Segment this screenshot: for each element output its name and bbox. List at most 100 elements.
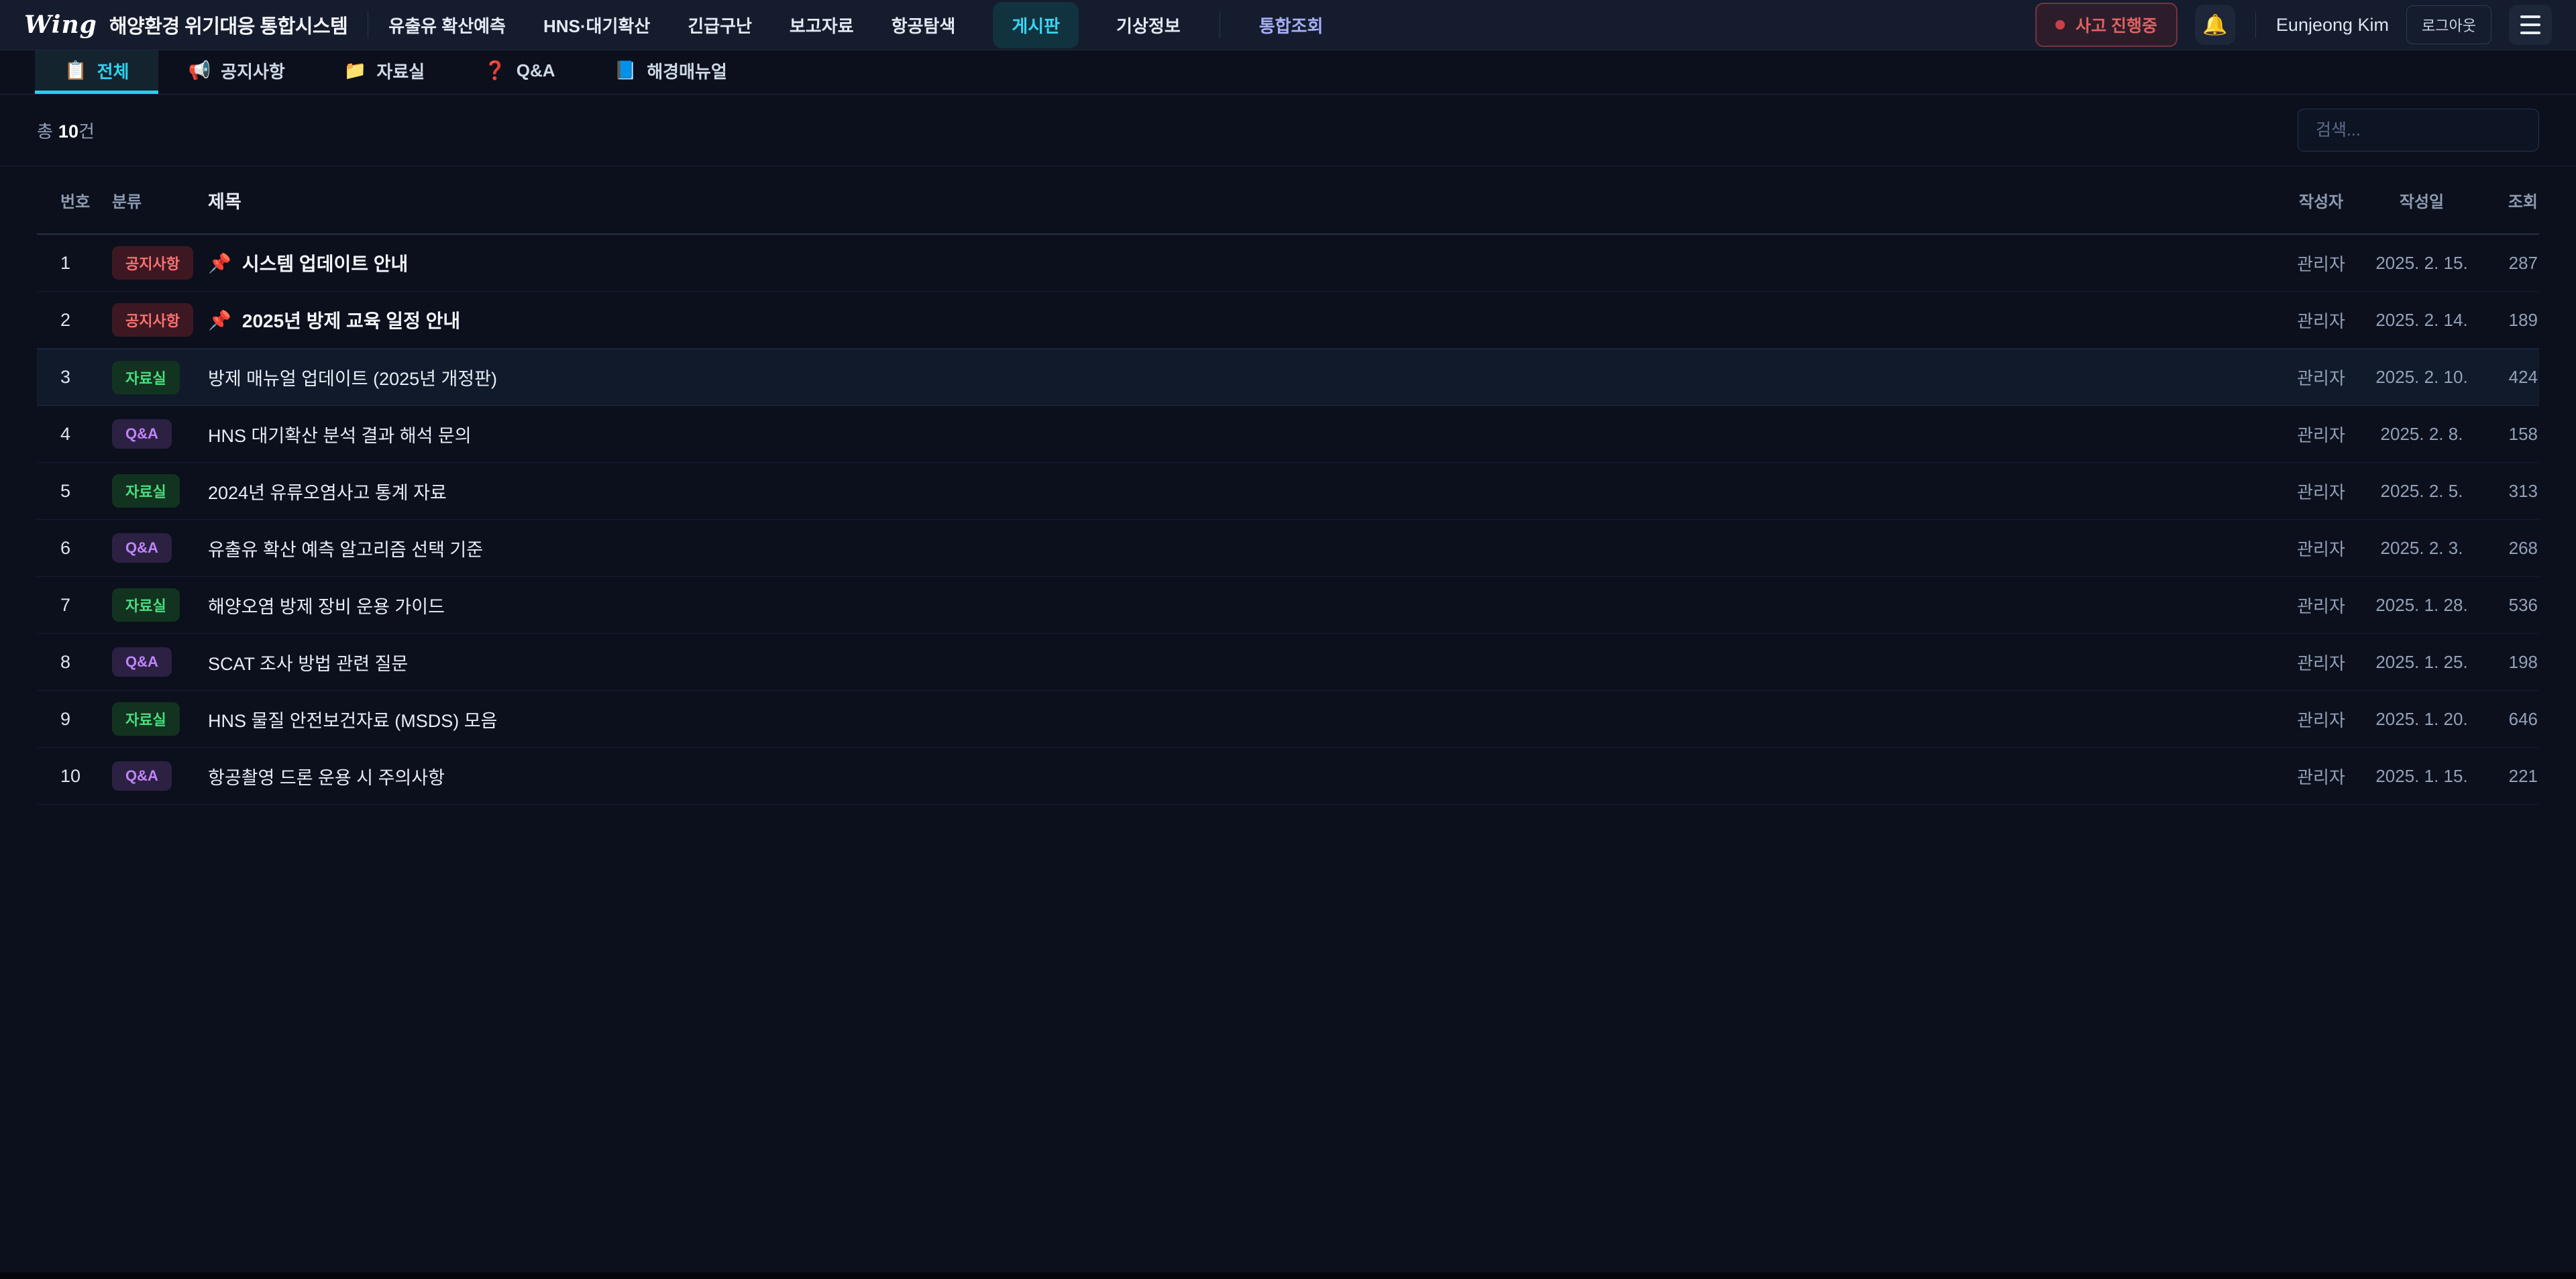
question-mark-icon: ❓ [484,60,506,81]
table-row[interactable]: 8 Q&A SCAT 조사 방법 관련 질문 관리자 2025. 1. 25. … [37,634,2539,691]
row-date: 2025. 2. 5. [2361,481,2482,502]
row-author: 관리자 [2281,308,2361,333]
col-number: 번호 [37,188,97,212]
logout-button[interactable]: 로그아웃 [2406,5,2491,44]
table-row-highlighted[interactable]: 3 자료실 방제 매뉴얼 업데이트 (2025년 개정판) 관리자 2025. … [37,349,2539,406]
row-author: 관리자 [2281,536,2361,561]
row-views: 268 [2482,538,2539,559]
nav-item-aerial-search[interactable]: 항공탐색 [892,13,956,38]
nav-item-reports[interactable]: 보고자료 [790,13,854,38]
table-row[interactable]: 4 Q&A HNS 대기확산 분석 결과 해석 문의 관리자 2025. 2. … [37,406,2539,463]
row-author: 관리자 [2281,365,2361,390]
row-number: 7 [37,595,97,616]
category-badge: 공지사항 [112,303,193,337]
total-count-number: 10 [58,121,78,142]
post-title[interactable]: HNS 물질 안전보건자료 (MSDS) 모음 [208,706,2281,732]
post-title[interactable]: SCAT 조사 방법 관련 질문 [208,649,2281,675]
nav-item-oil-spill-prediction[interactable]: 유출유 확산예측 [388,13,506,38]
board-toolbar: 총10건 [0,95,2576,166]
row-date: 2025. 1. 28. [2361,595,2482,616]
nav-item-weather-info[interactable]: 기상정보 [1116,13,1181,38]
notifications-button[interactable]: 🔔 [2195,5,2235,45]
category-badge: Q&A [112,647,172,677]
category-badge: 자료실 [112,588,180,622]
row-date: 2025. 1. 20. [2361,709,2482,730]
nav-item-integrated-search[interactable]: 통합조회 [1259,13,1324,38]
table-row[interactable]: 1 공지사항 📌 시스템 업데이트 안내 관리자 2025. 2. 15. 28… [37,235,2539,292]
top-navbar: Wing 해양환경 위기대응 통합시스템 유출유 확산예측 HNS·대기확산 긴… [0,0,2576,50]
main-nav: 유출유 확산예측 HNS·대기확산 긴급구난 보고자료 항공탐색 게시판 기상정… [388,2,1323,48]
row-date: 2025. 2. 15. [2361,253,2482,274]
tab-coastguard-manual[interactable]: 📘 해경매뉴얼 [585,50,757,94]
divider [2255,11,2256,38]
brand: Wing 해양환경 위기대응 통합시스템 [24,11,347,39]
row-views: 313 [2482,481,2539,502]
row-number: 8 [37,652,97,673]
row-views: 536 [2482,595,2539,616]
post-title[interactable]: 2024년 유류오염사고 통계 자료 [208,478,2281,504]
hamburger-icon [2520,15,2540,18]
table-header: 번호 분류 제목 작성자 작성일 조회 [37,166,2539,235]
bell-icon: 🔔 [2202,13,2227,37]
row-author: 관리자 [2281,251,2361,276]
row-author: 관리자 [2281,422,2361,447]
incident-dot-icon [2055,20,2065,30]
post-title[interactable]: 📌 시스템 업데이트 안내 [208,249,2281,276]
row-author: 관리자 [2281,707,2361,732]
row-date: 2025. 2. 14. [2361,310,2482,331]
search-input[interactable] [2298,109,2539,152]
row-views: 221 [2482,766,2539,787]
total-count: 총10건 [37,118,95,143]
nav-item-emergency-rescue[interactable]: 긴급구난 [688,13,752,38]
incident-status-badge[interactable]: 사고 진행중 [2035,3,2178,47]
tab-archive[interactable]: 📁 자료실 [315,50,454,94]
post-title[interactable]: 항공촬영 드론 운용 시 주의사항 [208,763,2281,789]
post-title[interactable]: 📌 2025년 방제 교육 일정 안내 [208,307,2281,333]
col-date: 작성일 [2361,188,2482,212]
table-row[interactable]: 10 Q&A 항공촬영 드론 운용 시 주의사항 관리자 2025. 1. 15… [37,748,2539,805]
nav-item-board[interactable]: 게시판 [993,2,1079,48]
window-bottom-edge [0,1272,2576,1279]
row-author: 관리자 [2281,479,2361,504]
post-title[interactable]: 방제 매뉴얼 업데이트 (2025년 개정판) [208,364,2281,390]
table-row[interactable]: 7 자료실 해양오염 방제 장비 운용 가이드 관리자 2025. 1. 28.… [37,577,2539,634]
megaphone-icon: 📢 [188,60,211,81]
row-views: 158 [2482,424,2539,445]
row-date: 2025. 2. 8. [2361,424,2482,445]
table-row[interactable]: 2 공지사항 📌 2025년 방제 교육 일정 안내 관리자 2025. 2. … [37,292,2539,349]
tab-qna[interactable]: ❓ Q&A [454,50,584,94]
row-number: 2 [37,310,97,331]
tab-all[interactable]: 📋 전체 [35,50,158,94]
col-views: 조회 [2482,188,2539,212]
header-right: 사고 진행중 🔔 Eunjeong Kim 로그아웃 [2035,3,2552,47]
table-row[interactable]: 6 Q&A 유출유 확산 예측 알고리즘 선택 기준 관리자 2025. 2. … [37,520,2539,577]
row-number: 5 [37,481,97,502]
hamburger-menu-button[interactable] [2509,5,2552,45]
board-table: 번호 분류 제목 작성자 작성일 조회 1 공지사항 📌 시스템 업데이트 안내… [37,166,2539,805]
post-title[interactable]: 해양오염 방제 장비 운용 가이드 [208,592,2281,618]
row-author: 관리자 [2281,650,2361,675]
row-views: 189 [2482,310,2539,331]
row-date: 2025. 1. 25. [2361,652,2482,673]
col-title: 제목 [208,187,2281,213]
clipboard-icon: 📋 [64,60,87,81]
post-title[interactable]: HNS 대기확산 분석 결과 해석 문의 [208,421,2281,447]
row-date: 2025. 2. 10. [2361,367,2482,388]
table-row[interactable]: 9 자료실 HNS 물질 안전보건자료 (MSDS) 모음 관리자 2025. … [37,691,2539,748]
tab-notice[interactable]: 📢 공지사항 [158,50,314,94]
row-views: 287 [2482,253,2539,274]
row-number: 3 [37,367,97,388]
table-row[interactable]: 5 자료실 2024년 유류오염사고 통계 자료 관리자 2025. 2. 5.… [37,463,2539,520]
nav-item-hns-air-diffusion[interactable]: HNS·대기확산 [543,13,650,38]
col-category: 분류 [97,188,208,212]
row-number: 6 [37,538,97,559]
row-number: 9 [37,709,97,730]
post-title[interactable]: 유출유 확산 예측 알고리즘 선택 기준 [208,535,2281,561]
row-date: 2025. 2. 3. [2361,538,2482,559]
row-author: 관리자 [2281,764,2361,789]
app-title: 해양환경 위기대응 통합시스템 [109,11,347,39]
board-tabs: 📋 전체 📢 공지사항 📁 자료실 ❓ Q&A 📘 해경매뉴얼 [0,50,2576,95]
col-author: 작성자 [2281,188,2361,212]
category-badge: Q&A [112,761,172,791]
row-date: 2025. 1. 15. [2361,766,2482,787]
